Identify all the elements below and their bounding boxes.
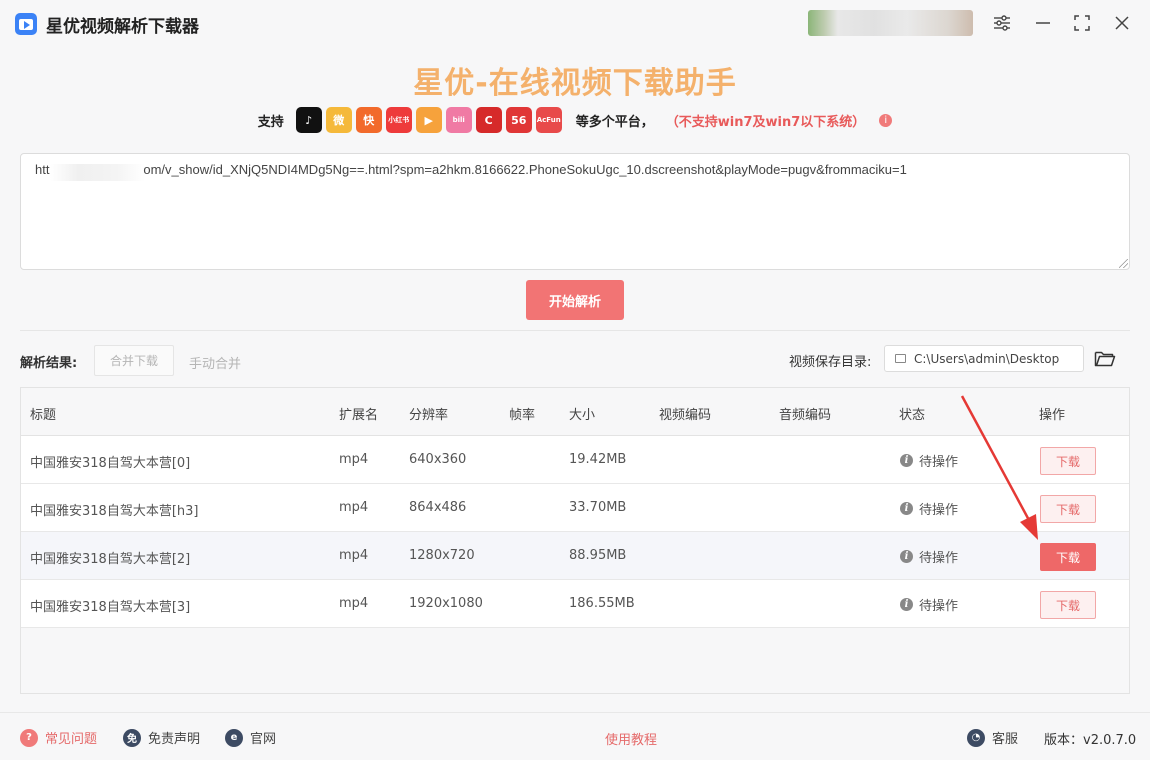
title-bar: 星优视频解析下载器 — [0, 0, 1150, 46]
save-dir-label: 视频保存目录: — [789, 355, 872, 370]
disclaimer-label: 免责声明 — [148, 732, 201, 747]
cell-resolution: 864x486 — [409, 500, 467, 515]
cell-ext: mp4 — [339, 452, 369, 467]
website-link[interactable]: e 官网 — [225, 728, 276, 747]
cell-title: 中国雅安318自驾大本营[h3] — [30, 504, 199, 519]
save-dir-field[interactable]: C:\Users\admin\Desktop — [884, 345, 1084, 372]
disclaimer-icon: 免 — [123, 728, 141, 747]
status-info-icon: i — [900, 502, 913, 515]
header-video-codec: 视频编码 — [659, 408, 712, 423]
version-label: 版本：v2.0.7.0 — [1044, 733, 1137, 748]
merge-download-button[interactable]: 合并下载 — [94, 345, 174, 376]
maximize-icon[interactable] — [1071, 12, 1093, 34]
table-row[interactable]: 中国雅安318自驾大本营[3] mp4 1920x1080 186.55MB i 待操作 下… — [21, 580, 1129, 628]
cell-size: 19.42MB — [569, 452, 627, 467]
support-label: 支持 — [257, 114, 284, 130]
info-icon[interactable]: i — [879, 113, 893, 127]
header-status: 状态 — [899, 408, 926, 423]
faq-label: 常见问题 — [45, 732, 98, 747]
douyin-icon: ♪ — [295, 107, 322, 133]
system-warning: （不支持win7及win7以下系统） — [665, 114, 866, 130]
question-icon: ? — [20, 728, 38, 747]
cell-size: 186.55MB — [569, 596, 635, 611]
cell-title: 中国雅安318自驾大本营[3] — [30, 600, 191, 615]
status-text: 待操作 — [919, 599, 959, 614]
annotation-arrow — [960, 395, 1038, 540]
save-dir-value: C:\Users\admin\Desktop — [914, 351, 1060, 366]
header-ext: 扩展名 — [339, 408, 379, 423]
support-link[interactable]: ◔ 客服 — [967, 728, 1018, 747]
cell-title: 中国雅安318自驾大本营[0] — [30, 456, 191, 471]
page-heading: 星优-在线视频下载助手 — [413, 66, 737, 101]
header-audio-codec: 音频编码 — [779, 408, 832, 423]
start-parse-button[interactable]: 开始解析 — [526, 280, 624, 320]
cell-resolution: 1920x1080 — [409, 596, 483, 611]
minimize-icon[interactable] — [1032, 12, 1054, 34]
disclaimer-link[interactable]: 免 免责声明 — [123, 728, 200, 747]
url-input[interactable] — [20, 153, 1130, 270]
browser-icon: e — [225, 728, 243, 747]
support-label: 客服 — [992, 732, 1019, 747]
folder-small-icon — [895, 354, 906, 363]
open-folder-icon[interactable] — [1092, 346, 1118, 372]
supported-platforms: 支持 ♪ 微快小红书 ▶ bili C 56 AcFun 等多个平台， （不支持win7及w… — [0, 106, 1150, 134]
header-title: 标题 — [30, 408, 57, 423]
bilibili-icon: bili — [445, 107, 472, 133]
header-fps: 帧率 — [509, 408, 536, 423]
kuaishou-icon: 快 — [355, 107, 382, 133]
divider — [20, 330, 1130, 331]
cell-title: 中国雅安318自驾大本营[2] — [30, 552, 191, 567]
status-info-icon: i — [900, 550, 913, 563]
header-size: 大小 — [569, 408, 596, 423]
cell-ext: mp4 — [339, 500, 369, 515]
cctv-icon: C — [475, 107, 502, 133]
xiaohongshu-icon: 小红书 — [385, 107, 412, 133]
cell-ext: mp4 — [339, 596, 369, 611]
cell-size: 88.95MB — [569, 548, 627, 563]
platform-icons: ♪ 微快小红书 ▶ bili C 56 AcFun — [295, 107, 566, 133]
cell-size: 33.70MB — [569, 500, 627, 515]
more-platforms-text: 等多个平台， — [575, 114, 654, 130]
app-title: 星优视频解析下载器 — [46, 17, 199, 37]
cell-ext: mp4 — [339, 548, 369, 563]
acfun-icon: AcFun — [535, 107, 562, 133]
status-info-icon: i — [900, 598, 913, 611]
weibo-icon: 微 — [325, 107, 352, 133]
website-label: 官网 — [250, 732, 277, 747]
56-icon: 56 — [505, 107, 532, 133]
cell-resolution: 1280x720 — [409, 548, 475, 563]
results-label: 解析结果: — [20, 356, 78, 371]
close-icon[interactable] — [1111, 12, 1133, 34]
settings-sliders-icon[interactable] — [991, 12, 1013, 34]
app-logo-icon — [15, 13, 37, 35]
resize-grip-icon[interactable] — [1119, 259, 1128, 268]
status-info-icon: i — [900, 454, 913, 467]
cell-resolution: 640x360 — [409, 452, 467, 467]
status-cell: i 待操作 — [900, 595, 958, 614]
headset-icon: ◔ — [967, 728, 985, 747]
tencent-video-icon: ▶ — [415, 107, 442, 133]
user-avatar[interactable] — [808, 10, 973, 36]
download-button[interactable]: 下载 — [1040, 591, 1096, 619]
manual-merge-link[interactable]: 手动合并 — [189, 353, 241, 372]
header-resolution: 分辨率 — [409, 408, 449, 423]
footer: ? 常见问题 免 免责声明 e 官网 使用教程 ◔ 客服 版本：v2.0.7.0 — [0, 712, 1150, 760]
tutorial-link[interactable]: 使用教程 — [605, 729, 657, 748]
faq-link[interactable]: ? 常见问题 — [20, 728, 97, 747]
